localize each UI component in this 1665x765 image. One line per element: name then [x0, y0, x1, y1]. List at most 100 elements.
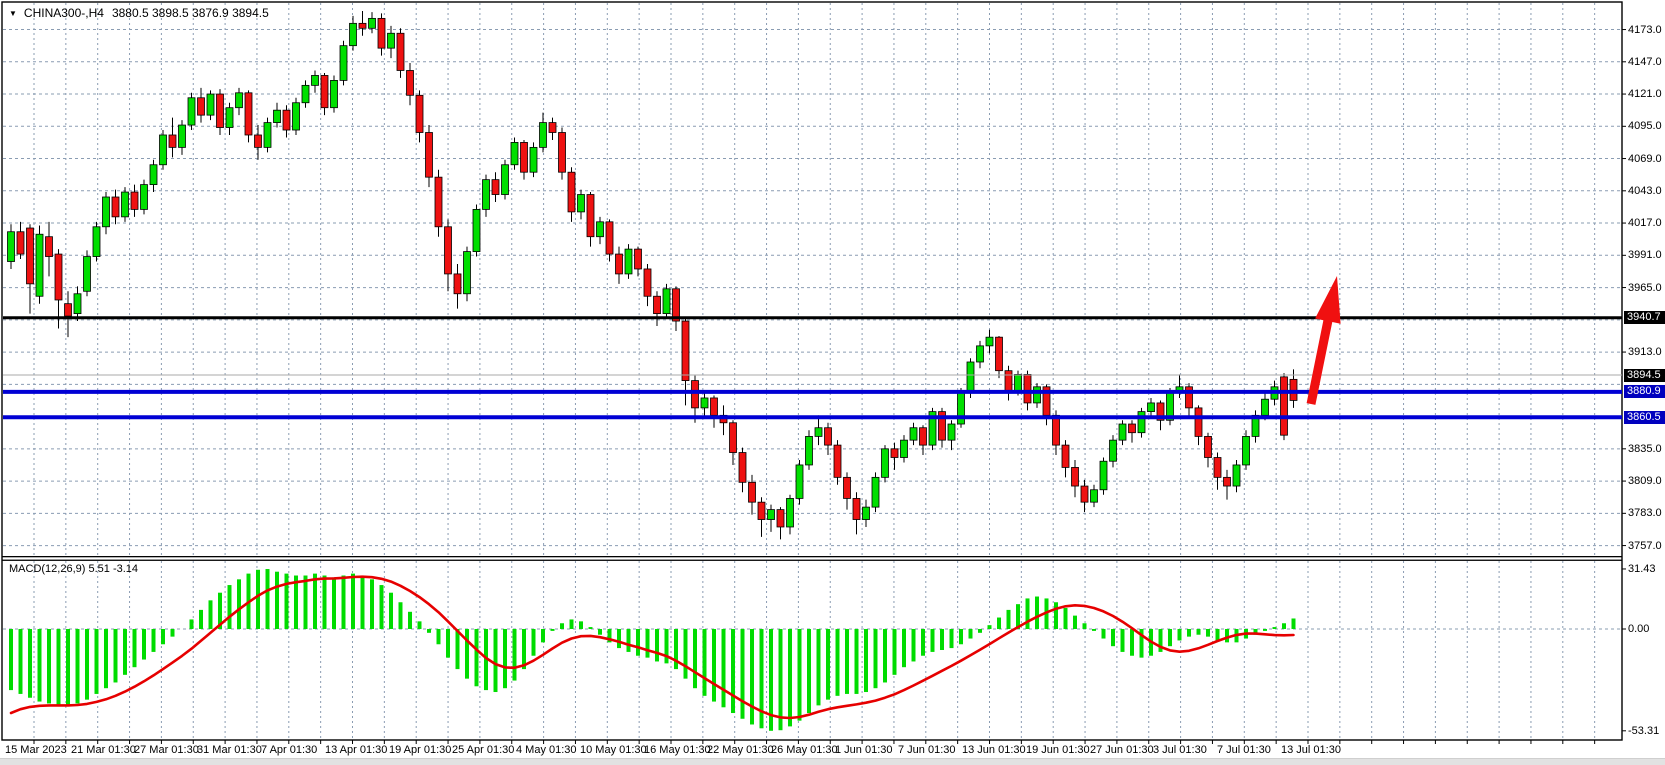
candle-up	[948, 424, 955, 440]
macd-histogram-bar	[940, 629, 944, 650]
candle-down	[1024, 374, 1031, 403]
macd-histogram-bar	[731, 629, 735, 713]
candle-up	[1262, 399, 1269, 415]
price-axis-label: 3783.0	[1628, 507, 1662, 519]
chart-canvas[interactable]	[0, 0, 1665, 765]
candle-up	[302, 85, 309, 102]
price-marker-badge: 3860.5	[1624, 411, 1665, 424]
candle-up	[1015, 374, 1022, 390]
candle-down	[834, 445, 841, 477]
time-axis-label: 26 May 01:30	[771, 744, 838, 756]
macd-histogram-bar	[598, 629, 602, 635]
macd-histogram-bar	[503, 629, 507, 688]
candle-down	[1072, 467, 1079, 486]
candle-down	[521, 142, 528, 172]
candle-down	[758, 502, 765, 519]
macd-histogram-bar	[883, 629, 887, 682]
indicator-name: MACD(12,26,9)	[9, 563, 85, 575]
candle-up	[483, 180, 490, 210]
candle-up	[1148, 403, 1155, 412]
macd-histogram-bar	[114, 629, 118, 682]
price-axis-label: 4147.0	[1628, 56, 1662, 68]
macd-histogram-bar	[456, 629, 460, 669]
candle-up	[540, 123, 547, 148]
candle-down	[644, 269, 651, 296]
price-marker-badge: 3894.5	[1624, 369, 1665, 382]
candle-up	[179, 125, 186, 147]
macd-histogram-bar	[1292, 618, 1296, 629]
pane-separator[interactable]	[2, 560, 1622, 561]
candle-down	[321, 75, 328, 107]
candle-down	[749, 482, 756, 502]
macd-histogram-bar	[199, 610, 203, 629]
macd-histogram-bar	[266, 569, 270, 629]
candle-down	[711, 398, 718, 415]
candle-down	[568, 172, 575, 212]
candle-up	[93, 227, 100, 257]
price-axis-label: 3991.0	[1628, 249, 1662, 261]
macd-histogram-bar	[85, 629, 89, 700]
macd-histogram-bar	[1225, 629, 1229, 642]
candle-down	[844, 477, 851, 498]
price-axis-label: 4173.0	[1628, 24, 1662, 36]
candle-down	[1005, 371, 1012, 391]
price-axis-label: 4121.0	[1628, 88, 1662, 100]
time-axis-label: 15 Mar 2023	[5, 744, 67, 756]
time-axis-label: 13 Jul 01:30	[1281, 744, 1341, 756]
macd-histogram-bar	[978, 629, 982, 633]
macd-histogram-bar	[161, 629, 165, 644]
macd-histogram-bar	[864, 629, 868, 692]
macd-histogram-bar	[969, 629, 973, 639]
candle-down	[217, 94, 224, 127]
macd-histogram-bar	[285, 574, 289, 629]
macd-histogram-bar	[589, 627, 593, 629]
macd-axis-label: 0.00	[1628, 623, 1649, 635]
candle-up	[150, 165, 157, 185]
candle-down	[492, 180, 499, 195]
macd-histogram-bar	[646, 629, 650, 658]
macd-histogram-bar	[313, 574, 317, 629]
chart-title-bar: ▼CHINA300-,H43880.5 3898.5 3876.9 3894.5	[9, 6, 269, 20]
macd-histogram-bar	[1111, 629, 1115, 646]
candle-down	[1214, 458, 1221, 478]
macd-histogram-bar	[1121, 629, 1125, 652]
macd-histogram-bar	[342, 576, 346, 629]
candle-down	[1053, 415, 1060, 445]
macd-histogram-bar	[256, 570, 260, 629]
macd-histogram-bar	[380, 585, 384, 629]
candle-up	[226, 108, 233, 128]
macd-histogram-bar	[921, 629, 925, 656]
price-axis-label: 3809.0	[1628, 475, 1662, 487]
candle-up	[815, 428, 822, 437]
chevron-down-icon[interactable]: ▼	[9, 9, 17, 18]
candle-up	[701, 398, 708, 408]
macd-histogram-bar	[855, 629, 859, 694]
candle-down	[682, 321, 689, 381]
chart-window: ▼CHINA300-,H43880.5 3898.5 3876.9 3894.5…	[0, 0, 1665, 765]
macd-histogram-bar	[1197, 629, 1201, 635]
macd-histogram-bar	[798, 629, 802, 721]
candle-up	[796, 465, 803, 498]
candle-up	[293, 103, 300, 130]
macd-histogram-bar	[950, 629, 954, 648]
macd-histogram-bar	[570, 619, 574, 629]
time-axis-label: 7 Jul 01:30	[1217, 744, 1271, 756]
macd-histogram-bar	[551, 629, 555, 631]
candle-up	[863, 507, 870, 519]
candle-down	[1205, 436, 1212, 457]
macd-histogram-bar	[275, 572, 279, 629]
macd-histogram-bar	[826, 629, 830, 700]
macd-histogram-bar	[1187, 629, 1191, 637]
macd-histogram-bar	[408, 612, 412, 629]
macd-histogram-bar	[532, 629, 536, 656]
price-marker-badge: 3940.7	[1624, 311, 1665, 324]
time-axis-label: 7 Jun 01:30	[898, 744, 956, 756]
candle-down	[692, 381, 699, 408]
macd-histogram-bar	[1273, 627, 1277, 629]
macd-histogram-bar	[446, 629, 450, 658]
macd-histogram-bar	[655, 629, 659, 661]
macd-histogram-bar	[712, 629, 716, 702]
pane-separator[interactable]	[2, 556, 1622, 557]
candle-down	[1081, 486, 1088, 502]
candle-down	[454, 274, 461, 294]
